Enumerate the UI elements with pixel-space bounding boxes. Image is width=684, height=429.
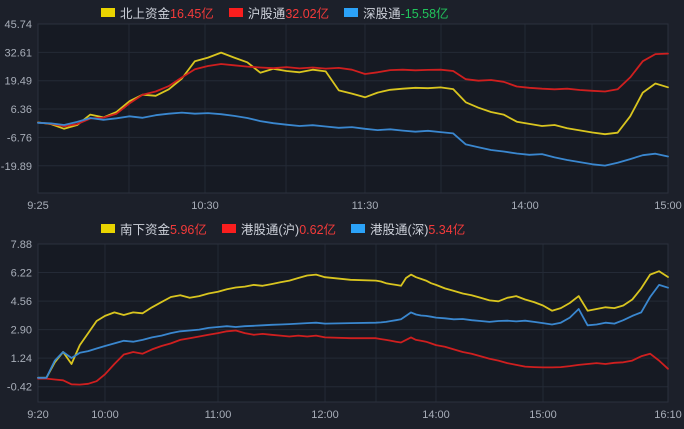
legend-label: 南下资金 — [120, 219, 170, 238]
x-axis-label: 10:30 — [191, 200, 219, 212]
y-axis-label: -0.42 — [7, 382, 32, 394]
legend-value: 0.62亿 — [299, 219, 336, 238]
x-axis-label: 14:00 — [511, 200, 539, 212]
y-axis-label: 7.88 — [11, 239, 32, 251]
legend-item-sz-connect: 深股通 -15.58亿 — [344, 3, 448, 22]
y-axis-label: -19.89 — [1, 161, 32, 173]
legend-label: 港股通(深) — [370, 219, 428, 238]
legend-item-hk-sh-connect: 港股通(沪) 0.62亿 — [222, 219, 336, 238]
x-axis-label: 11:30 — [352, 200, 379, 212]
yellow-swatch-icon — [101, 8, 115, 17]
x-axis-label: 10:00 — [91, 409, 119, 421]
y-axis-label: 32.61 — [4, 47, 32, 59]
blue-swatch-icon — [344, 8, 358, 17]
legend-label: 深股通 — [363, 3, 401, 22]
red-swatch-icon — [229, 8, 243, 17]
x-axis-label: 11:00 — [205, 409, 232, 421]
legend-label: 沪股通 — [248, 3, 286, 22]
x-axis-label: 9:20 — [27, 409, 48, 421]
y-axis-label: 4.56 — [11, 296, 32, 308]
legend-item-northbound-total: 北上资金 16.45亿 — [101, 3, 214, 22]
y-axis-label: 2.90 — [11, 325, 32, 337]
northbound-legend: 北上资金 16.45亿 沪股通 32.02亿 深股通 -15.58亿 — [101, 3, 449, 22]
legend-label: 北上资金 — [120, 3, 170, 22]
y-axis-label: 45.74 — [4, 19, 32, 31]
legend-label: 港股通(沪) — [241, 219, 299, 238]
x-axis-label: 16:10 — [654, 409, 682, 421]
legend-item-southbound-total: 南下资金 5.96亿 — [101, 219, 207, 238]
capital-flow-chart-panel: 45.74 32.61 19.49 6.36 -6.76 -19.89 9:25 10:30 1… — [0, 0, 684, 429]
plot-area[interactable] — [38, 24, 668, 193]
x-axis-label: 12:00 — [311, 409, 339, 421]
x-axis-label: 15:00 — [654, 200, 682, 212]
legend-value: -15.58亿 — [401, 3, 449, 22]
y-axis-label: 6.36 — [11, 104, 32, 116]
y-axis-label: 1.24 — [11, 353, 32, 365]
legend-value: 5.34亿 — [428, 219, 465, 238]
blue-swatch-icon — [351, 224, 365, 233]
y-axis-label: 6.22 — [11, 268, 32, 280]
x-axis-label: 14:00 — [422, 409, 450, 421]
x-axis-label: 15:00 — [529, 409, 557, 421]
red-swatch-icon — [222, 224, 236, 233]
charts-canvas[interactable]: 45.74 32.61 19.49 6.36 -6.76 -19.89 9:25 10:30 1… — [0, 0, 684, 429]
southbound-legend: 南下资金 5.96亿 港股通(沪) 0.62亿 港股通(深) 5.34亿 — [101, 219, 465, 238]
legend-value: 5.96亿 — [170, 219, 207, 238]
x-axis-label: 9:25 — [27, 200, 48, 212]
yellow-swatch-icon — [101, 224, 115, 233]
legend-item-hk-sz-connect: 港股通(深) 5.34亿 — [351, 219, 465, 238]
legend-value: 16.45亿 — [170, 3, 214, 22]
y-axis-label: -6.76 — [7, 132, 32, 144]
legend-item-sh-connect: 沪股通 32.02亿 — [229, 3, 329, 22]
y-axis-label: 19.49 — [4, 76, 32, 88]
legend-value: 32.02亿 — [285, 3, 329, 22]
